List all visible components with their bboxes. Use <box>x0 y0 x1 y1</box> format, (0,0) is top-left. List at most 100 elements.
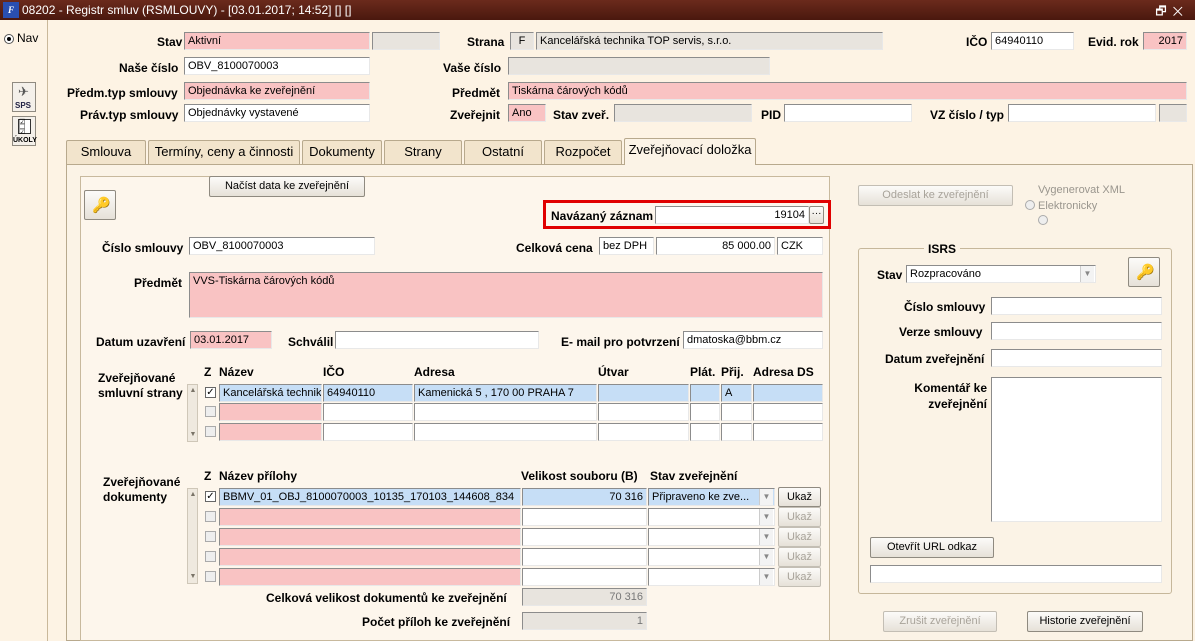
tab-ostatni[interactable]: Ostatní <box>464 140 542 164</box>
strana-code-field[interactable]: F <box>510 32 534 50</box>
row-checkbox[interactable] <box>205 406 216 417</box>
dokument-stav-select[interactable]: Připraveno ke zve... ▼ <box>648 488 775 506</box>
ukoly-button[interactable]: ☑ ☐ ☑ ÚKOLY <box>12 116 37 146</box>
dokument-nazev-cell[interactable] <box>219 568 521 586</box>
dokument-velikost-cell[interactable] <box>522 508 647 526</box>
vz-typ-field[interactable] <box>1159 104 1187 122</box>
tab-zverejnovaci-dolozka[interactable]: Zveřejňovací doložka <box>624 138 756 165</box>
cislo-smlouvy-field[interactable]: OBV_8100070003 <box>189 237 375 255</box>
historie-button[interactable]: Historie zveřejnění <box>1027 611 1143 632</box>
vygenerovat-radio[interactable] <box>1025 200 1035 210</box>
dokument-nazev-cell[interactable] <box>219 548 521 566</box>
vz-field[interactable] <box>1008 104 1156 122</box>
chevron-down-icon[interactable]: ▼ <box>1080 266 1094 282</box>
strana-adresa-cell[interactable]: Kamenická 5 , 170 00 PRAHA 7 <box>414 384 597 402</box>
stav-zver-field[interactable] <box>614 104 752 122</box>
dokument-nazev-cell[interactable] <box>219 528 521 546</box>
row-checkbox[interactable]: ✓ <box>205 387 216 398</box>
odeslat-button[interactable]: Odeslat ke zveřejnění <box>858 185 1013 206</box>
key-button[interactable]: 🔑 <box>84 190 116 220</box>
isrs-komentar-field[interactable] <box>991 377 1162 522</box>
strana-ico-cell[interactable] <box>323 403 413 421</box>
isrs-key-button[interactable]: 🔑 <box>1128 257 1160 287</box>
otevrit-url-button[interactable]: Otevřít URL odkaz <box>870 537 994 558</box>
dokument-velikost-cell[interactable] <box>522 528 647 546</box>
chevron-down-icon[interactable]: ▼ <box>759 509 773 525</box>
ico-field[interactable]: 64940110 <box>991 32 1074 50</box>
strana-utvar-cell[interactable] <box>598 384 689 402</box>
strana-adresa-ds-cell[interactable] <box>753 403 823 421</box>
row-checkbox[interactable] <box>205 426 216 437</box>
schvalil-field[interactable] <box>335 331 539 349</box>
dokument-velikost-cell[interactable] <box>522 568 647 586</box>
vase-cislo-field[interactable] <box>508 57 770 75</box>
dokument-stav-select[interactable]: ▼ <box>648 528 775 546</box>
cena-typ-field[interactable]: bez DPH <box>599 237 654 255</box>
stav-field[interactable]: Aktivní <box>184 32 370 50</box>
row-checkbox[interactable] <box>205 511 216 522</box>
zrusit-button[interactable]: Zrušit zveřejnění <box>883 611 997 632</box>
ukaz-button[interactable]: Ukaž <box>778 507 821 527</box>
scroll-down-icon[interactable]: ▼ <box>189 431 197 439</box>
row-checkbox[interactable] <box>205 571 216 582</box>
strana-prij-cell[interactable] <box>721 423 752 441</box>
strana-ico-cell[interactable]: 64940110 <box>323 384 413 402</box>
restore-close-icons[interactable]: 🗗✕ <box>1155 2 1189 23</box>
strana-utvar-cell[interactable] <box>598 423 689 441</box>
row-checkbox[interactable] <box>205 551 216 562</box>
sps-button[interactable]: ✈ SPS <box>12 82 36 112</box>
dokument-stav-select[interactable]: ▼ <box>648 568 775 586</box>
dokument-nazev-cell[interactable] <box>219 508 521 526</box>
strana-adresa-ds-cell[interactable] <box>753 384 823 402</box>
chevron-down-icon[interactable]: ▼ <box>759 489 773 505</box>
row-checkbox[interactable] <box>205 531 216 542</box>
strana-prij-cell[interactable]: A <box>721 384 752 402</box>
cena-field[interactable]: 85 000.00 <box>656 237 775 255</box>
tab-smlouva[interactable]: Smlouva <box>66 140 146 164</box>
email-field[interactable]: dmatoska@bbm.cz <box>683 331 823 349</box>
ukaz-button[interactable]: Ukaž <box>778 487 821 507</box>
ukaz-button[interactable]: Ukaž <box>778 527 821 547</box>
nacist-data-button[interactable]: Načíst data ke zveřejnění <box>209 176 365 197</box>
strana-adresa-cell[interactable] <box>414 403 597 421</box>
dokumenty-scrollbar[interactable]: ▲ ▼ <box>187 488 198 584</box>
scroll-up-icon[interactable]: ▲ <box>189 387 197 395</box>
dokument-velikost-cell[interactable] <box>522 548 647 566</box>
prav-typ-field[interactable]: Objednávky vystavené <box>184 104 370 122</box>
strana-adresa-cell[interactable] <box>414 423 597 441</box>
scroll-up-icon[interactable]: ▲ <box>189 491 197 499</box>
predmet-header-field[interactable]: Tiskárna čárových kódů <box>508 82 1187 100</box>
mena-field[interactable]: CZK <box>777 237 823 255</box>
strana-plat-cell[interactable] <box>690 384 720 402</box>
datum-uzavreni-field[interactable]: 03.01.2017 <box>190 331 272 349</box>
strana-plat-cell[interactable] <box>690 403 720 421</box>
predm-typ-field[interactable]: Objednávka ke zveřejnění <box>184 82 370 100</box>
tab-rozpocet[interactable]: Rozpočet <box>544 140 622 164</box>
row-checkbox[interactable]: ✓ <box>205 491 216 502</box>
strana-nazev-cell[interactable] <box>219 403 322 421</box>
strana-nazev-cell[interactable] <box>219 423 322 441</box>
dokument-nazev-cell[interactable]: BBMV_01_OBJ_8100070003_10135_170103_1446… <box>219 488 521 506</box>
tab-strany[interactable]: Strany <box>384 140 462 164</box>
isrs-cislo-smlouvy-field[interactable] <box>991 297 1162 315</box>
strana-nazev-cell[interactable]: Kancelářská technika <box>219 384 322 402</box>
tab-dokumenty[interactable]: Dokumenty <box>302 140 382 164</box>
strana-prij-cell[interactable] <box>721 403 752 421</box>
scroll-down-icon[interactable]: ▼ <box>189 573 197 581</box>
ukaz-button[interactable]: Ukaž <box>778 567 821 587</box>
chevron-down-icon[interactable]: ▼ <box>759 569 773 585</box>
ukaz-button[interactable]: Ukaž <box>778 547 821 567</box>
zverejnit-field[interactable]: Ano <box>508 104 546 122</box>
isrs-verze-field[interactable] <box>991 322 1162 340</box>
nase-cislo-field[interactable]: OBV_8100070003 <box>184 57 370 75</box>
strana-name-field[interactable]: Kancelářská technika TOP servis, s.r.o. <box>536 32 883 50</box>
strana-adresa-ds-cell[interactable] <box>753 423 823 441</box>
strany-scrollbar[interactable]: ▲ ▼ <box>187 384 198 442</box>
chevron-down-icon[interactable]: ▼ <box>759 549 773 565</box>
strana-plat-cell[interactable] <box>690 423 720 441</box>
isrs-stav-select[interactable]: Rozpracováno ▼ <box>906 265 1096 283</box>
nav-radio[interactable] <box>4 34 14 44</box>
isrs-datum-zver-field[interactable] <box>991 349 1162 367</box>
strana-ico-cell[interactable] <box>323 423 413 441</box>
dokument-stav-select[interactable]: ▼ <box>648 508 775 526</box>
